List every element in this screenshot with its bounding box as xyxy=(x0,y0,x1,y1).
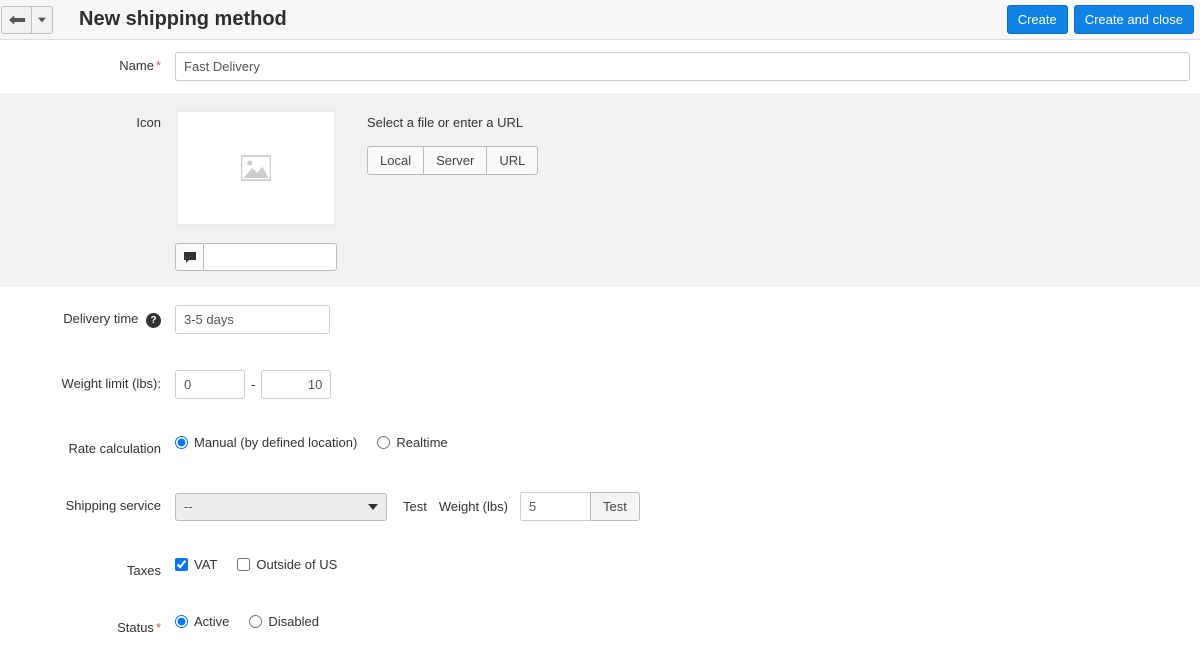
weight-to-input[interactable] xyxy=(261,370,331,399)
label-delivery: Delivery time ? xyxy=(0,305,175,328)
tax-vat-label: VAT xyxy=(194,557,217,572)
chevron-down-icon xyxy=(38,17,46,23)
tax-outside-label: Outside of US xyxy=(256,557,337,572)
test-weight-input[interactable] xyxy=(520,492,590,521)
row-weight: Weight limit (lbs): - xyxy=(0,352,1200,417)
back-dropdown[interactable] xyxy=(31,6,53,34)
speech-bubble-icon xyxy=(184,252,196,263)
field-status: Active Disabled xyxy=(175,614,1200,629)
back-arrow-icon xyxy=(9,13,25,27)
label-status: Status* xyxy=(0,614,175,635)
icon-area: Select a file or enter a URL Local Serve… xyxy=(175,109,538,227)
field-weight: - xyxy=(175,370,1200,399)
row-service: Shipping service -- Test Weight (lbs) Te… xyxy=(0,474,1200,539)
name-input[interactable] xyxy=(175,52,1190,81)
image-alt-button[interactable] xyxy=(175,243,203,271)
rate-realtime-radio-input[interactable] xyxy=(377,436,390,449)
weight-from-input[interactable] xyxy=(175,370,245,399)
row-icon: Icon Select a file or enter a URL Local … xyxy=(0,93,1200,287)
shipping-service-select[interactable]: -- xyxy=(175,493,387,521)
icon-right-col: Select a file or enter a URL Local Serve… xyxy=(367,109,538,175)
status-disabled-radio[interactable]: Disabled xyxy=(249,614,319,629)
create-and-close-button[interactable]: Create and close xyxy=(1074,5,1194,34)
back-button[interactable] xyxy=(1,6,31,34)
tax-vat-checkbox-input[interactable] xyxy=(175,558,188,571)
status-disabled-radio-input[interactable] xyxy=(249,615,262,628)
label-name: Name* xyxy=(0,52,175,73)
icon-local-button[interactable]: Local xyxy=(367,146,423,175)
label-icon: Icon xyxy=(0,109,175,130)
tax-vat-checkbox[interactable]: VAT xyxy=(175,557,217,572)
image-dropzone[interactable] xyxy=(175,109,337,227)
row-name: Name* xyxy=(0,40,1200,93)
label-status-text: Status xyxy=(117,620,154,635)
create-button[interactable]: Create xyxy=(1007,5,1068,34)
status-disabled-label: Disabled xyxy=(268,614,319,629)
topbar-left: New shipping method xyxy=(1,6,287,34)
field-rate: Manual (by defined location) Realtime xyxy=(175,435,1200,450)
service-test-label: Test xyxy=(393,499,433,514)
back-button-group xyxy=(1,6,53,34)
icon-hint: Select a file or enter a URL xyxy=(367,115,538,130)
row-delivery: Delivery time ? xyxy=(0,287,1200,352)
help-icon[interactable]: ? xyxy=(146,313,161,328)
topbar-right: Create Create and close xyxy=(1007,5,1194,34)
label-weight: Weight limit (lbs): xyxy=(0,370,175,391)
service-weight-label: Weight (lbs) xyxy=(439,499,508,514)
field-icon: Select a file or enter a URL Local Serve… xyxy=(175,109,1200,271)
required-marker: * xyxy=(156,58,161,73)
status-active-label: Active xyxy=(194,614,229,629)
rate-manual-radio-input[interactable] xyxy=(175,436,188,449)
row-rate: Rate calculation Manual (by defined loca… xyxy=(0,417,1200,474)
test-weight-group: Test xyxy=(520,492,640,521)
required-marker: * xyxy=(156,620,161,635)
row-status: Status* Active Disabled xyxy=(0,596,1200,653)
icon-source-buttons: Local Server URL xyxy=(367,146,538,175)
rate-manual-label: Manual (by defined location) xyxy=(194,435,357,450)
image-placeholder-icon xyxy=(241,155,271,181)
topbar: New shipping method Create Create and cl… xyxy=(0,0,1200,40)
status-active-radio-input[interactable] xyxy=(175,615,188,628)
tax-outside-checkbox[interactable]: Outside of US xyxy=(237,557,337,572)
icon-panel: Icon Select a file or enter a URL Local … xyxy=(0,93,1200,287)
page-title: New shipping method xyxy=(79,8,287,31)
icon-server-button[interactable]: Server xyxy=(423,146,486,175)
rate-realtime-label: Realtime xyxy=(396,435,447,450)
test-button[interactable]: Test xyxy=(590,492,640,521)
tax-outside-checkbox-input[interactable] xyxy=(237,558,250,571)
rate-manual-radio[interactable]: Manual (by defined location) xyxy=(175,435,357,450)
icon-url-button[interactable]: URL xyxy=(486,146,538,175)
status-active-radio[interactable]: Active xyxy=(175,614,229,629)
image-alt-input[interactable] xyxy=(203,243,337,271)
chevron-down-icon xyxy=(368,502,378,512)
rate-realtime-radio[interactable]: Realtime xyxy=(377,435,447,450)
label-name-text: Name xyxy=(119,58,154,73)
field-name xyxy=(175,52,1200,81)
weight-separator: - xyxy=(251,377,255,392)
delivery-time-input[interactable] xyxy=(175,305,330,334)
label-service: Shipping service xyxy=(0,492,175,513)
label-rate: Rate calculation xyxy=(0,435,175,456)
label-delivery-text: Delivery time xyxy=(63,311,138,326)
field-service: -- Test Weight (lbs) Test xyxy=(175,492,1200,521)
icon-alt-row xyxy=(175,243,337,271)
field-taxes: VAT Outside of US xyxy=(175,557,1200,572)
shipping-service-value: -- xyxy=(184,499,193,514)
label-taxes: Taxes xyxy=(0,557,175,578)
field-delivery xyxy=(175,305,1200,334)
row-taxes: Taxes VAT Outside of US xyxy=(0,539,1200,596)
